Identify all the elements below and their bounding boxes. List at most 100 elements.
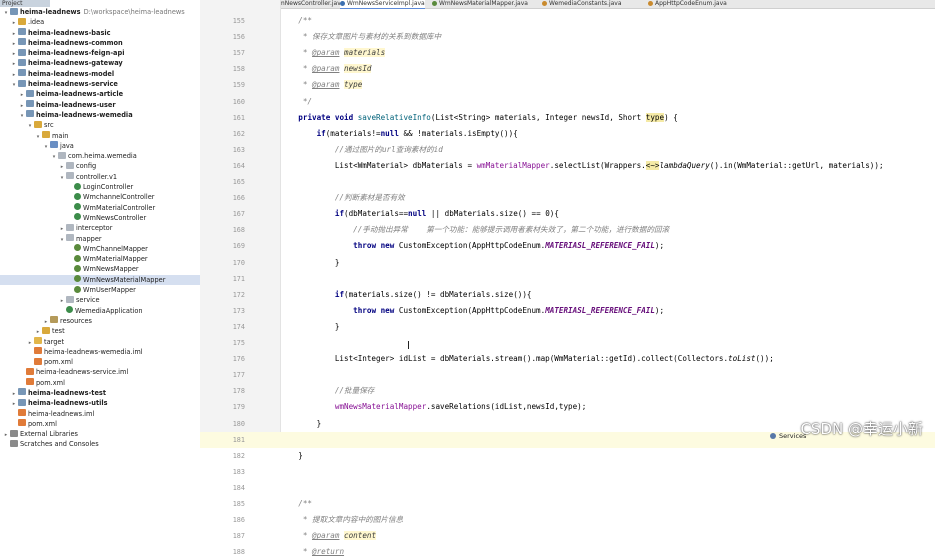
tree-item-label: WmMaterialMapper	[83, 255, 148, 264]
tree-item[interactable]: ▸ heima-leadnews-basic	[0, 28, 200, 38]
code-line[interactable]: 159 * @param type	[200, 77, 935, 93]
xml-icon	[34, 347, 42, 355]
module-icon	[18, 69, 26, 77]
code-line[interactable]: 175	[200, 335, 935, 351]
code-line[interactable]: 171	[200, 271, 935, 287]
editor-tab[interactable]: WemediaConstants.java	[542, 0, 622, 8]
tree-item[interactable]: WmMaterialMapper	[0, 254, 200, 264]
tree-item-label: interceptor	[76, 224, 113, 233]
editor-tab[interactable]: AppHttpCodeEnum.java	[648, 0, 727, 8]
tree-item[interactable]: ▸ test	[0, 326, 200, 336]
tree-item[interactable]: WmNewsController	[0, 213, 200, 223]
tree-item[interactable]: ▸ service	[0, 295, 200, 305]
tree-item-label: heima-leadnews.iml	[28, 409, 95, 418]
code-text: throw new CustomException(AppHttpCodeEnu…	[280, 238, 664, 254]
editor-tab[interactable]: WmNewsServiceImpl.java	[340, 0, 425, 9]
code-line[interactable]: 166 //判断素材是否有效	[200, 190, 935, 206]
code-line[interactable]: 179 wmNewsMaterialMapper.saveRelations(i…	[200, 399, 935, 415]
module-icon	[18, 79, 26, 87]
code-line[interactable]: 186 * 提取文章内容中的图片信息	[200, 512, 935, 528]
tree-item[interactable]: ▾ heima-leadnews D:\workspace\heima-leadne…	[0, 7, 200, 17]
tree-item[interactable]: ▾ src	[0, 120, 200, 130]
tree-item[interactable]: WmChannelMapper	[0, 244, 200, 254]
code-token: type	[344, 80, 363, 90]
line-number: 170	[232, 258, 245, 267]
tree-item[interactable]: heima-leadnews-wemedia.iml	[0, 347, 200, 357]
code-line[interactable]: 158 * @param newsId	[200, 61, 935, 77]
code-line[interactable]: 177	[200, 367, 935, 383]
code-line[interactable]: 169 throw new CustomException(AppHttpCod…	[200, 238, 935, 254]
tree-item[interactable]: pom.xml	[0, 378, 200, 388]
line-number: 183	[232, 467, 245, 476]
code-line[interactable]: 184	[200, 480, 935, 496]
tree-item-label: target	[44, 337, 65, 346]
tree-item[interactable]: ▾ com.heima.wemedia	[0, 151, 200, 161]
tree-item[interactable]: ▸ heima-leadnews-common	[0, 38, 200, 48]
tree-item[interactable]: ▾ heima-leadnews-service	[0, 79, 200, 89]
code-line[interactable]: 173 throw new CustomException(AppHttpCod…	[200, 303, 935, 319]
xml-icon	[26, 378, 34, 386]
code-line[interactable]: 168 //手动抛出异常 第一个功能：能够提示调用者素材失效了，第二个功能，进行…	[200, 222, 935, 238]
code-line[interactable]: 156 * 保存文章图片与素材的关系到数据库中	[200, 29, 935, 45]
tree-item[interactable]: ▾ main	[0, 131, 200, 141]
code-line[interactable]: 155 /**	[200, 13, 935, 29]
editor-tab[interactable]: WmNewsMaterialMapper.java	[432, 0, 528, 8]
tree-item[interactable]: WmNewsMapper	[0, 264, 200, 274]
code-line[interactable]: 162 if(materials!=null && !materials.isE…	[200, 126, 935, 142]
tree-item[interactable]: WmUserMapper	[0, 285, 200, 295]
tree-item[interactable]: WmMaterialController	[0, 203, 200, 213]
code-line[interactable]: 163 //通过图片的url查询素材的id	[200, 142, 935, 158]
code-line[interactable]: 174 }	[200, 319, 935, 335]
code-line[interactable]: 185 /**	[200, 496, 935, 512]
tree-item[interactable]: ▸ heima-leadnews-user	[0, 100, 200, 110]
tree-item[interactable]: ▸ .idea	[0, 17, 200, 27]
tree-item[interactable]: ▸ interceptor	[0, 223, 200, 233]
code-line[interactable]: 170 }	[200, 255, 935, 271]
project-panel-title[interactable]: Project	[0, 0, 50, 7]
code-token: type	[645, 112, 665, 122]
tree-item[interactable]: WmchannelController	[0, 192, 200, 202]
code-line[interactable]: 187 * @param content	[200, 528, 935, 544]
tree-item[interactable]: Scratches and Consoles	[0, 439, 200, 448]
tree-item[interactable]: ▾ java	[0, 141, 200, 151]
module-icon	[18, 48, 26, 56]
tree-item[interactable]: heima-leadnews-service.iml	[0, 367, 200, 377]
tree-item[interactable]: ▾ controller.v1	[0, 172, 200, 182]
tree-item-label: WmchannelController	[83, 193, 155, 202]
tree-item[interactable]: ▸ config	[0, 161, 200, 171]
code-line[interactable]: 172 if(materials.size() != dbMaterials.s…	[200, 287, 935, 303]
tree-item[interactable]: heima-leadnews.iml	[0, 409, 200, 419]
tree-item[interactable]: LoginController	[0, 182, 200, 192]
code-line[interactable]: 167 if(dbMaterials==null || dbMaterials.…	[200, 206, 935, 222]
pkg-icon	[66, 234, 74, 242]
tree-item[interactable]: ▸ resources	[0, 316, 200, 326]
tree-item[interactable]: ▸ heima-leadnews-feign-api	[0, 48, 200, 58]
code-token: materials	[344, 48, 386, 58]
tree-item[interactable]: ▸ heima-leadnews-article	[0, 89, 200, 99]
code-line[interactable]: 165	[200, 174, 935, 190]
code-token: MATERIASL_REFERENCE_FAIL	[545, 305, 655, 315]
code-line[interactable]: 188 * @return	[200, 544, 935, 560]
code-line[interactable]: 157 * @param materials	[200, 45, 935, 61]
code-line[interactable]: 183	[200, 464, 935, 480]
code-line[interactable]: 178 //批量保存	[200, 383, 935, 399]
tree-item[interactable]: pom.xml	[0, 357, 200, 367]
tree-item[interactable]: ▸ heima-leadnews-test	[0, 388, 200, 398]
tree-item[interactable]: ▾ heima-leadnews-wemedia	[0, 110, 200, 120]
tree-item[interactable]: WmNewsMaterialMapper	[0, 274, 200, 286]
code-line[interactable]: 161 private void saveRelativeInfo(List<S…	[200, 110, 935, 126]
code-line[interactable]: 176 List<Integer> idList = dbMaterials.s…	[200, 351, 935, 367]
tree-item[interactable]: ▸ External Libraries	[0, 429, 200, 439]
tree-item[interactable]: ▸ heima-leadnews-utils	[0, 398, 200, 408]
tree-item[interactable]: WemediaApplication	[0, 306, 200, 316]
tree-item[interactable]: ▸ heima-leadnews-gateway	[0, 58, 200, 68]
code-line[interactable]: 164 List<WmMaterial> dbMaterials = wmMat…	[200, 158, 935, 174]
tree-item[interactable]: pom.xml	[0, 419, 200, 429]
code-token: .selectList(Wrappers.	[549, 160, 646, 170]
tree-item[interactable]: ▸ target	[0, 337, 200, 347]
tree-item[interactable]: ▸ heima-leadnews-model	[0, 69, 200, 79]
code-line[interactable]: 160 */	[200, 94, 935, 110]
code-line[interactable]: 182 }	[200, 448, 935, 464]
tree-item[interactable]: ▾ mapper	[0, 234, 200, 244]
